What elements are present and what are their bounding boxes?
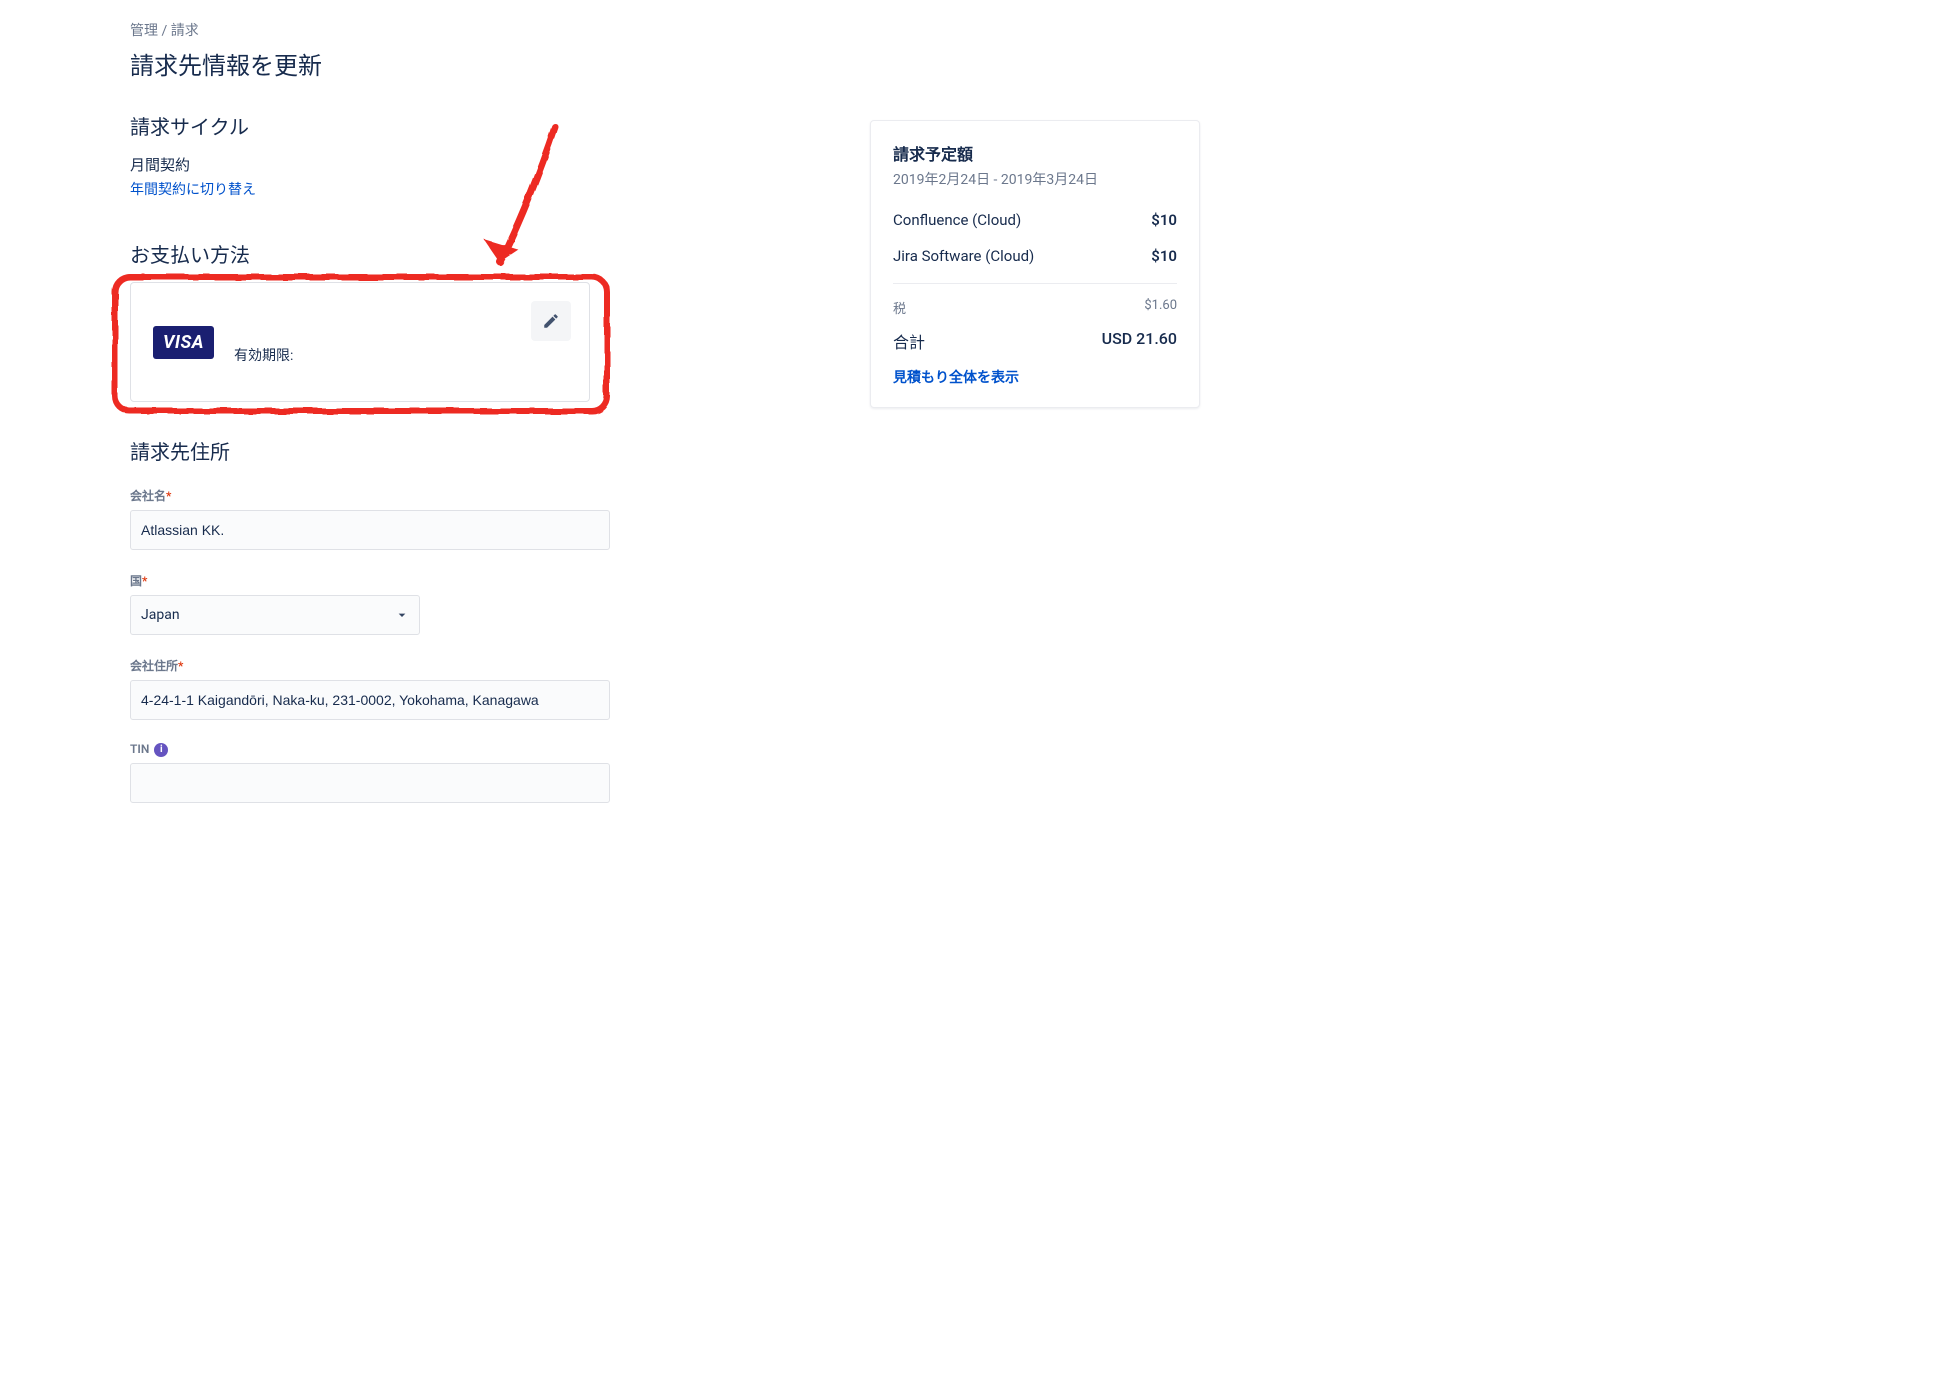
breadcrumb-sep: /: [158, 23, 171, 39]
breadcrumb-admin[interactable]: 管理: [130, 23, 158, 39]
tin-label: TIN i: [130, 742, 830, 757]
total-label: 合計: [893, 329, 925, 353]
pencil-icon: [542, 312, 560, 330]
address-label: 会社住所*: [130, 657, 830, 674]
page-title: 請求先情報を更新: [130, 46, 830, 81]
switch-to-annual-link[interactable]: 年間契約に切り替え: [130, 182, 256, 198]
estimate-range: 2019年2月24日 - 2019年3月24日: [893, 169, 1177, 189]
card-expiry-label: 有効期限:: [234, 345, 293, 365]
estimate-title: 請求予定額: [893, 141, 1177, 165]
info-icon[interactable]: i: [154, 743, 168, 757]
tax-value: $1.60: [1144, 298, 1177, 317]
billing-cycle-heading: 請求サイクル: [130, 111, 830, 140]
visa-badge: VISA: [153, 326, 214, 359]
country-select[interactable]: Japan: [130, 595, 420, 635]
divider: [893, 283, 1177, 284]
breadcrumb: 管理 / 請求: [130, 20, 830, 40]
breadcrumb-billing[interactable]: 請求: [171, 23, 199, 39]
view-full-estimate-link[interactable]: 見積もり全体を表示: [893, 370, 1019, 386]
estimate-line-item: Jira Software (Cloud) $10: [893, 247, 1177, 265]
tax-row: 税 $1.60: [893, 298, 1177, 317]
company-label: 会社名*: [130, 487, 830, 504]
total-value: USD 21.60: [1102, 329, 1177, 353]
country-label: 国*: [130, 572, 830, 589]
company-input[interactable]: [130, 510, 610, 550]
item-price: $10: [1151, 247, 1177, 265]
edit-payment-button[interactable]: [531, 301, 571, 341]
address-input[interactable]: [130, 680, 610, 720]
item-name: Confluence (Cloud): [893, 211, 1021, 229]
estimate-card: 請求予定額 2019年2月24日 - 2019年3月24日 Confluence…: [870, 120, 1200, 408]
item-name: Jira Software (Cloud): [893, 247, 1034, 265]
current-plan: 月間契約: [130, 154, 830, 175]
tin-input[interactable]: [130, 763, 610, 803]
estimate-line-item: Confluence (Cloud) $10: [893, 211, 1177, 229]
item-price: $10: [1151, 211, 1177, 229]
tax-label: 税: [893, 298, 906, 317]
payment-card: VISA 有効期限:: [130, 282, 590, 402]
billing-address-heading: 請求先住所: [130, 436, 830, 465]
total-row: 合計 USD 21.60: [893, 329, 1177, 353]
payment-method-heading: お支払い方法: [130, 239, 830, 268]
